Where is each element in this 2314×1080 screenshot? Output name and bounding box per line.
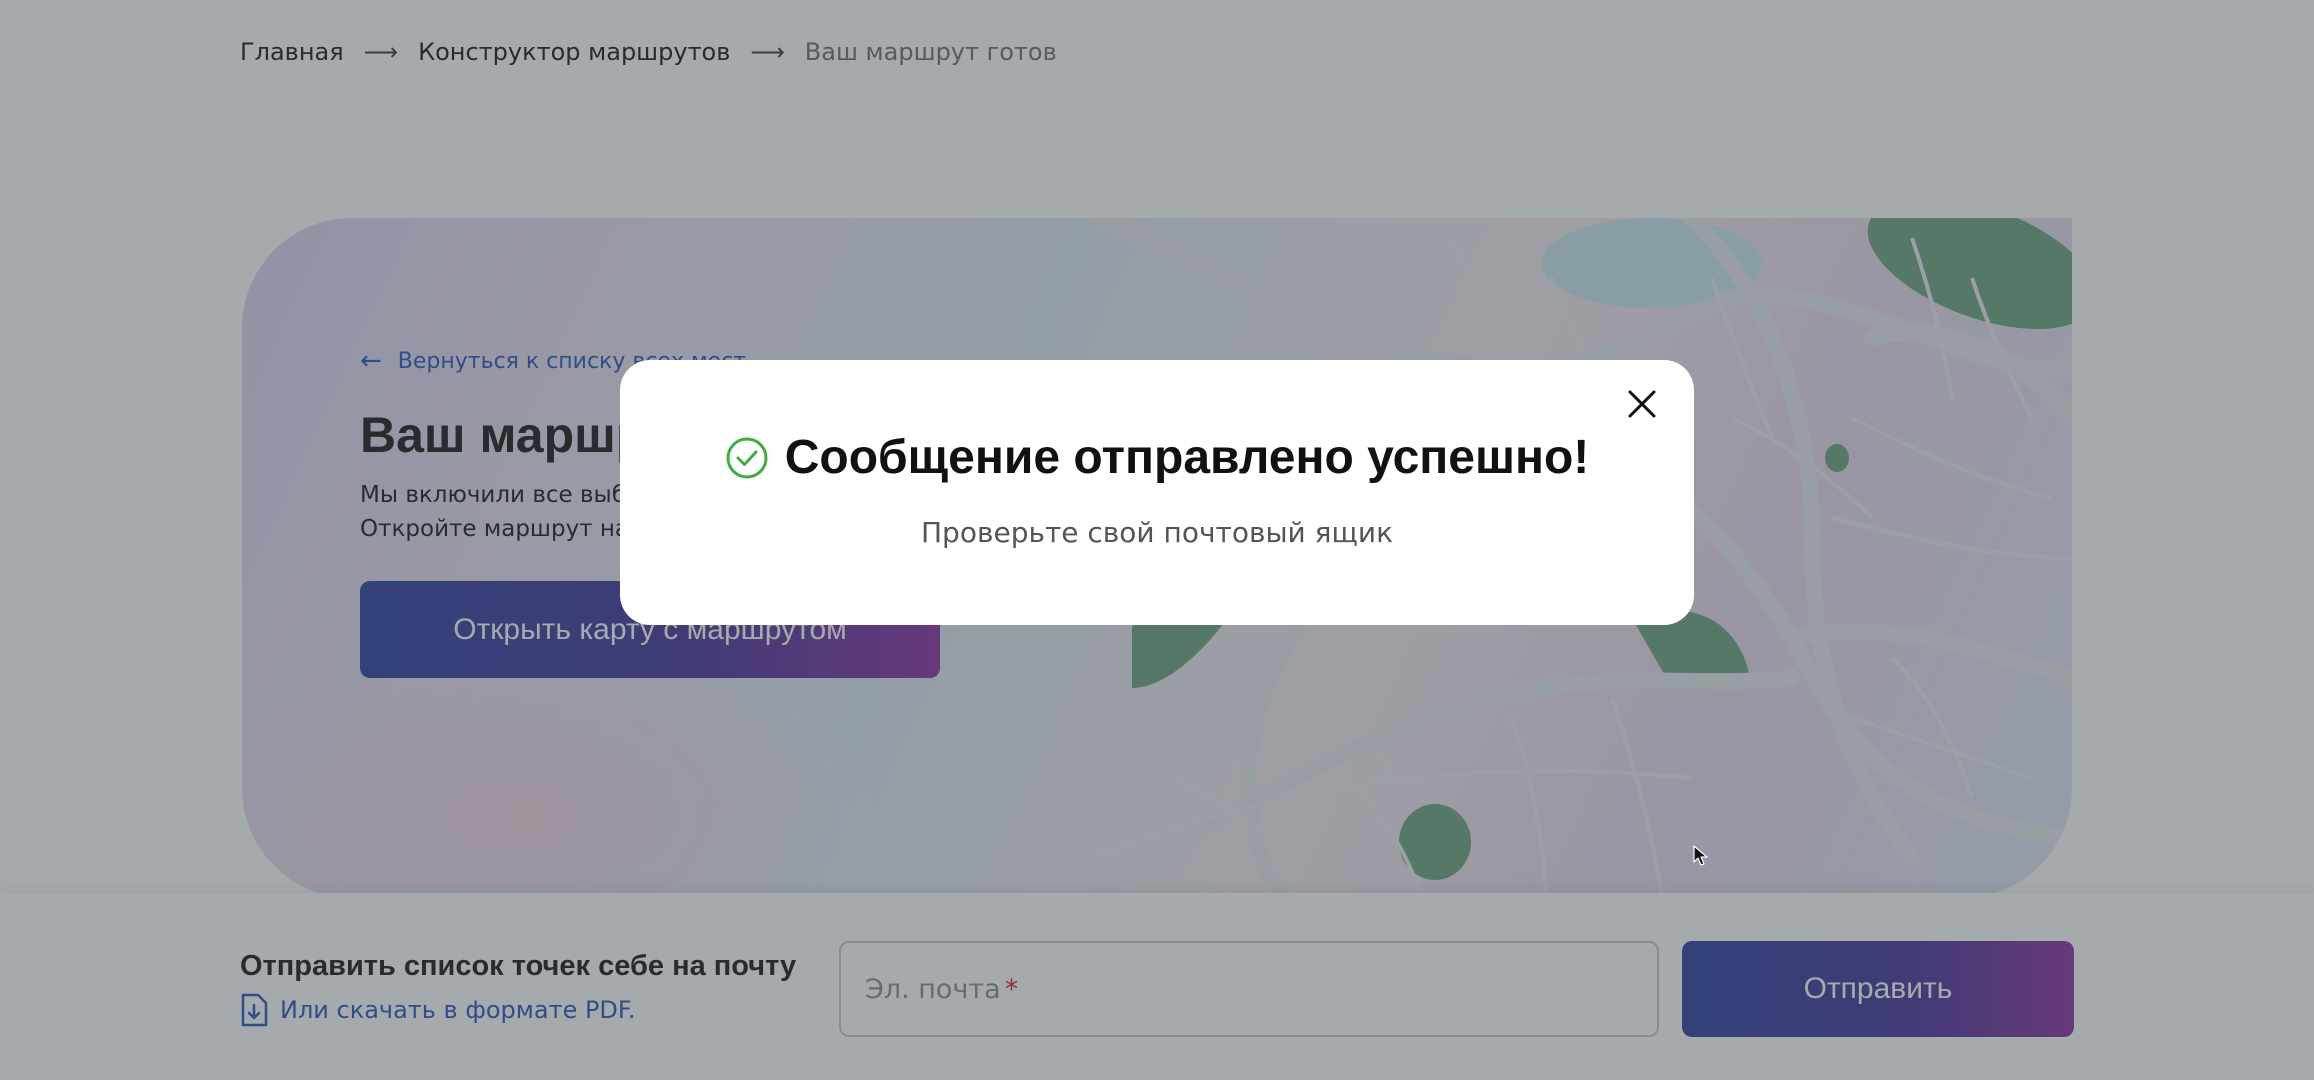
success-modal: Сообщение отправлено успешно! Проверьте …	[620, 360, 1694, 625]
mouse-cursor-icon	[1693, 845, 1709, 871]
modal-subtitle: Проверьте свой почтовый ящик	[921, 516, 1393, 549]
close-icon[interactable]	[1620, 382, 1664, 426]
modal-header: Сообщение отправлено успешно!	[620, 430, 1694, 485]
modal-title: Сообщение отправлено успешно!	[784, 431, 1590, 484]
check-circle-icon	[725, 436, 769, 480]
